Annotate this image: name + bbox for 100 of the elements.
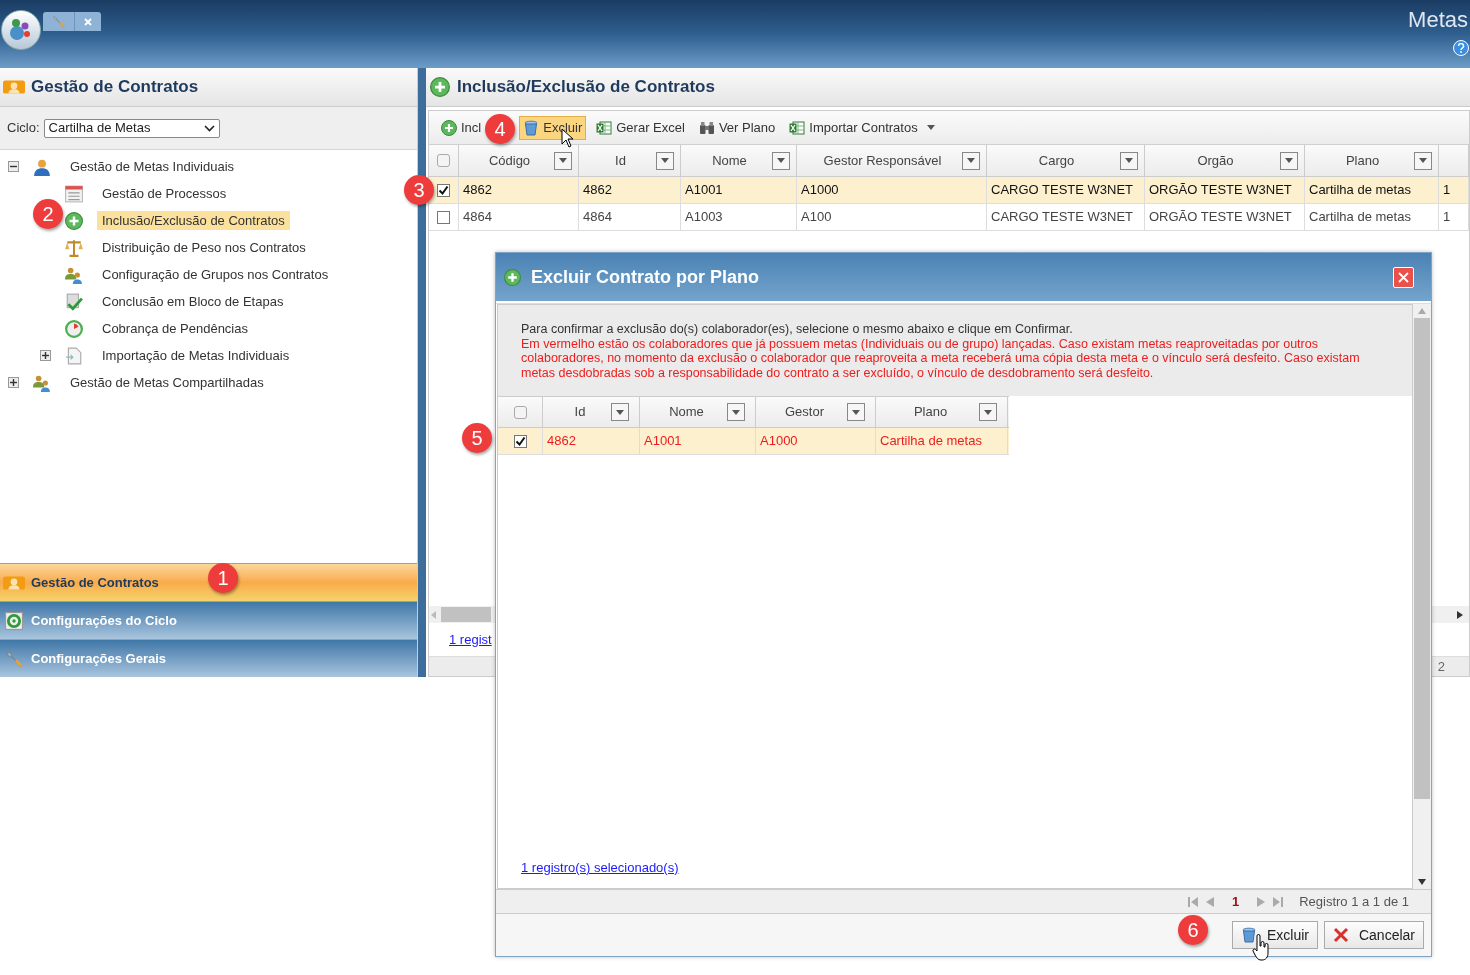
chevron-down-icon: [203, 124, 215, 132]
table-cell-text: 1: [1443, 181, 1451, 200]
column-header[interactable]: Gestor: [762, 402, 847, 422]
toolbar-button[interactable]: Gerar Excel: [592, 115, 689, 140]
scroll-right-icon[interactable]: [1455, 610, 1465, 619]
cycle-icon: [3, 611, 25, 630]
table-cell-text: 1: [1443, 208, 1451, 227]
dialog-title: Excluir Contrato por Plano: [531, 265, 761, 289]
spreadsheet-icon: [789, 119, 806, 136]
caret-icon: [777, 158, 785, 163]
column-menu-button[interactable]: [847, 403, 865, 421]
table-row[interactable]: 4862 A1001 A1000 Cartilha de metas: [498, 428, 1009, 455]
column-header[interactable]: Plano: [1311, 150, 1414, 171]
column-header[interactable]: Id: [549, 402, 611, 422]
caret-icon: [732, 409, 740, 415]
vertical-scrollbar[interactable]: [1413, 304, 1431, 889]
column-header[interactable]: Gestor Responsável: [803, 150, 962, 171]
panel-title: Inclusão/Exclusão de Contratos: [457, 76, 715, 99]
expand-button[interactable]: [8, 377, 19, 388]
tree-item[interactable]: Gestão de Metas Compartilhadas: [65, 373, 269, 392]
checkbox[interactable]: [437, 183, 450, 197]
column-header[interactable]: Código: [465, 150, 554, 171]
toolbar-button[interactable]: Excluir: [519, 115, 587, 140]
dialog-button[interactable]: Excluir: [1231, 921, 1318, 949]
tree-item[interactable]: Importação de Metas Individuais: [97, 346, 295, 365]
column-header[interactable]: Id: [585, 150, 656, 171]
toolbar-button[interactable]: Ver Plano: [694, 115, 780, 140]
caret-icon: [1125, 158, 1133, 163]
column-menu-button[interactable]: [1414, 151, 1432, 170]
column-menu-button[interactable]: [1280, 151, 1298, 170]
table-cell-text: Cartilha de metas: [1309, 208, 1411, 227]
table-row[interactable]: 4862 4862 A1001 A1000 CARGO TESTE W3NET ORGÃO TESTE W3NET Cartilha de metas 1: [429, 177, 1469, 204]
group-icon: [33, 373, 51, 392]
tree-item[interactable]: Inclusão/Exclusão de Contratos: [97, 211, 290, 230]
column-menu-button[interactable]: [727, 403, 745, 421]
table-cell-text: A1001: [685, 181, 723, 200]
column-menu-button[interactable]: [979, 403, 997, 421]
expand-button[interactable]: [40, 350, 51, 361]
column-header[interactable]: Orgão: [1151, 150, 1280, 171]
column-header[interactable]: Cargo: [993, 150, 1120, 171]
table-cell-text: A100: [801, 208, 832, 227]
table-row[interactable]: 4864 4864 A1003 A100 CARGO TESTE W3NET ORGÃO TESTE W3NET Cartilha de metas 1: [429, 204, 1469, 231]
close-icon: [1332, 927, 1349, 943]
caret-icon: [559, 158, 567, 163]
tree-item[interactable]: Gestão de Processos: [97, 184, 232, 203]
current-page[interactable]: 1: [1221, 891, 1250, 912]
toolbar-button[interactable]: Incl: [437, 115, 486, 140]
collapse-button[interactable]: [8, 161, 19, 172]
tree-item[interactable]: Cobrança de Pendências: [97, 319, 253, 338]
add-icon: [504, 268, 521, 286]
tree-item[interactable]: Distribuição de Peso nos Contratos: [97, 238, 311, 257]
column-menu-button[interactable]: [772, 151, 790, 170]
close-icon: [1398, 271, 1409, 283]
caret-icon: [852, 409, 860, 415]
column-header[interactable]: Nome: [687, 150, 772, 171]
scrollbar-thumb[interactable]: [441, 607, 491, 622]
binoculars-icon: [698, 119, 715, 136]
close-button[interactable]: [1393, 266, 1414, 288]
table-cell-text: A1000: [801, 181, 839, 200]
column-menu-button[interactable]: [962, 151, 980, 170]
caret-icon: [1419, 158, 1427, 163]
column-menu-button[interactable]: [611, 403, 629, 421]
column-menu-button[interactable]: [1120, 151, 1138, 170]
selection-link[interactable]: 1 regist: [449, 629, 492, 650]
select-all-checkbox[interactable]: [437, 154, 450, 167]
caret-icon: [1285, 158, 1293, 163]
toolbar-button[interactable]: Importar Contratos: [785, 115, 939, 140]
cycle-label: Ciclo:: [7, 119, 40, 138]
selection-link[interactable]: 1 registro(s) selecionado(s): [521, 858, 679, 878]
select-all-checkbox[interactable]: [513, 405, 527, 419]
person-icon: [33, 157, 51, 176]
list-icon: [65, 184, 83, 203]
add-icon: [65, 211, 83, 230]
app-logo-icon[interactable]: [1, 10, 41, 50]
pager-text: 2: [1437, 657, 1445, 676]
column-menu-button[interactable]: [554, 151, 572, 170]
table-cell-text: CARGO TESTE W3NET: [991, 208, 1134, 227]
plus-icon: [42, 352, 49, 359]
tree-item[interactable]: Conclusão em Bloco de Etapas: [97, 292, 289, 311]
tree-item[interactable]: Gestão de Metas Individuais: [65, 157, 240, 176]
table-cell-text: Cartilha de metas: [1309, 181, 1411, 200]
column-header[interactable]: Plano: [882, 402, 979, 422]
column-menu-button[interactable]: [656, 151, 674, 170]
table-cell-text: CARGO TESTE W3NET: [991, 181, 1134, 200]
scroll-down-icon[interactable]: [1418, 879, 1426, 885]
help-icon[interactable]: [1453, 40, 1469, 56]
dialog-button[interactable]: Cancelar: [1323, 921, 1424, 949]
tree-item[interactable]: Configuração de Grupos nos Contratos: [97, 265, 334, 284]
table-cell-text: ORGÃO TESTE W3NET: [1149, 208, 1292, 227]
scrollbar-thumb[interactable]: [1414, 318, 1430, 799]
contracts-icon: [3, 77, 25, 97]
checkbox[interactable]: [437, 210, 450, 224]
clock-icon: [65, 319, 83, 338]
checkbox[interactable]: [513, 434, 527, 448]
table-cell-text: Cartilha de metas: [880, 432, 982, 451]
column-header[interactable]: Nome: [646, 402, 727, 422]
caret-icon: [661, 158, 669, 163]
panel-title: Gestão de Contratos: [31, 76, 199, 99]
document-icon: [65, 346, 83, 365]
cycle-select[interactable]: Cartilha de Metas: [43, 118, 220, 138]
